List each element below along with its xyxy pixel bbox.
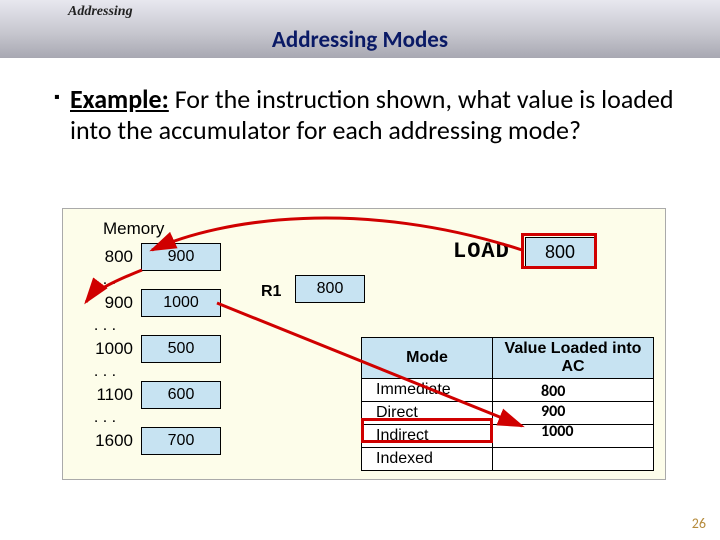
mem-row-1: 900 1000	[77, 289, 221, 317]
mem-dots: . . .	[77, 409, 141, 427]
operand-highlight	[521, 233, 597, 269]
mem-row-2: 1000 500	[77, 335, 221, 363]
mem-dots: . . .	[77, 363, 141, 381]
mem-addr: 900	[77, 293, 141, 313]
modes-header-value: Value Loaded into AC	[493, 338, 654, 379]
modes-header-mode: Mode	[362, 338, 493, 379]
mem-row-4: 1600 700	[77, 427, 221, 455]
mem-addr: 800	[77, 247, 141, 267]
register-value: 800	[295, 275, 365, 303]
mem-row-3: 1100 600	[77, 381, 221, 409]
mem-row-0: 800 900	[77, 243, 221, 271]
mem-dots: . . .	[77, 271, 141, 289]
answer-indirect: 1000	[541, 422, 573, 441]
mem-cell: 1000	[141, 289, 221, 317]
memory-label: Memory	[103, 219, 164, 239]
answer-direct: 900	[541, 402, 565, 421]
mode-indexed: Indexed	[362, 448, 493, 471]
instruction-op: LOAD	[453, 239, 510, 264]
slide-number: 26	[692, 515, 706, 532]
mode-immediate: Immediate	[362, 379, 493, 402]
example-label: Example:	[70, 83, 169, 115]
modes-table: Mode Value Loaded into AC Immediate Dire…	[361, 337, 654, 471]
mem-addr: 1600	[77, 431, 141, 451]
mem-cell: 500	[141, 335, 221, 363]
val-indexed	[493, 448, 654, 471]
mem-addr: 1000	[77, 339, 141, 359]
example-bullet: Example: For the instruction shown, what…	[70, 84, 682, 146]
indirect-highlight	[361, 418, 493, 443]
answer-immediate: 800	[541, 382, 565, 401]
slide-title: Addressing Modes	[0, 26, 720, 54]
mem-cell: 900	[141, 243, 221, 271]
mem-cell: 700	[141, 427, 221, 455]
memory-table: 800 900 . . . 900 1000 . . . 1000 500 . …	[77, 243, 221, 455]
diagram-panel: Memory 800 900 . . . 900 1000 . . . 1000…	[62, 208, 666, 480]
mem-dots: . . .	[77, 317, 141, 335]
register-name: R1	[261, 283, 281, 301]
val-immediate	[493, 379, 654, 402]
mem-cell: 600	[141, 381, 221, 409]
chapter-label: Addressing	[68, 4, 133, 20]
mem-addr: 1100	[77, 385, 141, 405]
